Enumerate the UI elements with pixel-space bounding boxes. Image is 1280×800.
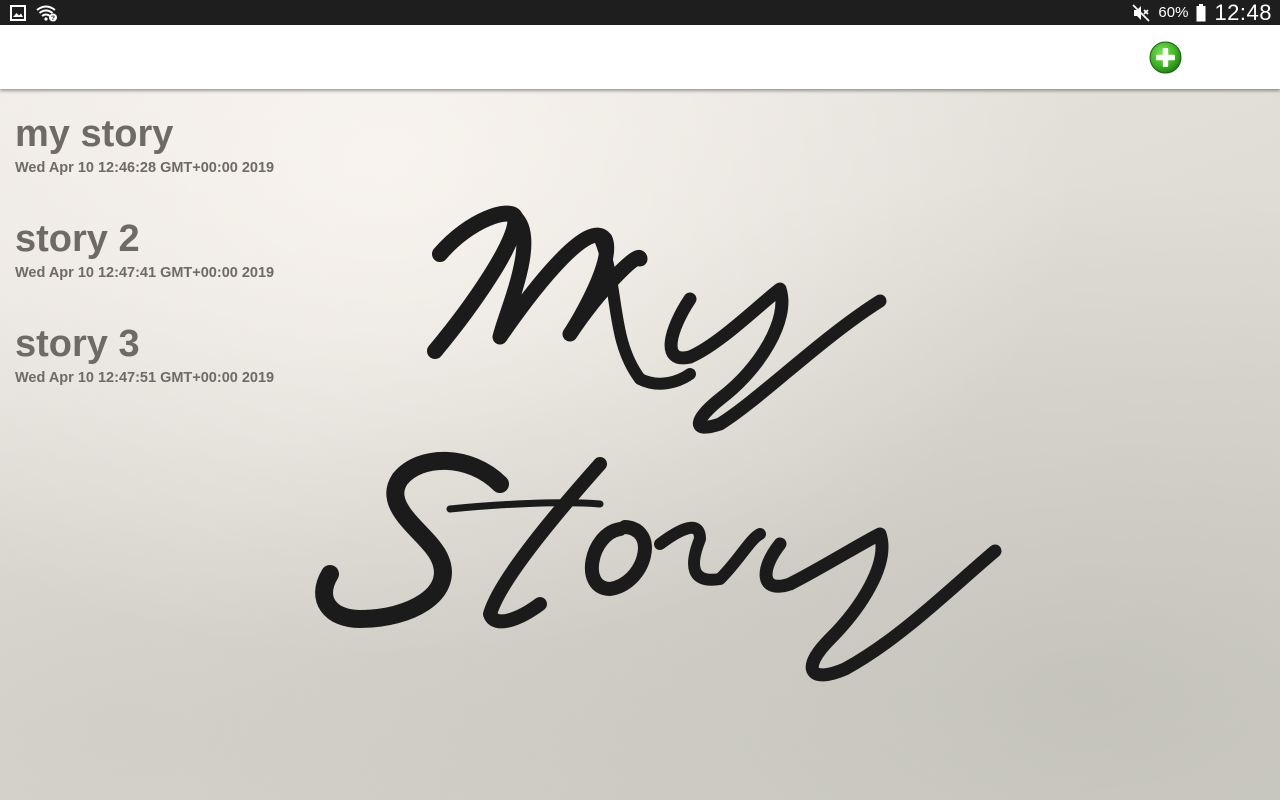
story-date: Wed Apr 10 12:47:51 GMT+00:00 2019	[15, 370, 275, 386]
status-bar: ? 60% 12:48	[0, 0, 1280, 25]
app-bar	[0, 25, 1280, 89]
status-right-icons: 60% 12:48	[1132, 0, 1272, 26]
story-date: Wed Apr 10 12:47:41 GMT+00:00 2019	[15, 265, 275, 281]
svg-text:?: ?	[51, 15, 55, 22]
wifi-icon: ?	[36, 4, 58, 22]
mute-icon	[1132, 3, 1151, 22]
plus-circle-icon	[1149, 41, 1182, 74]
app-screen: ? 60% 12:48 my story Wed Apr 10 12:46:28…	[0, 0, 1280, 800]
status-left-icons: ?	[10, 4, 58, 22]
story-title: story 3	[15, 323, 140, 365]
battery-icon	[1196, 3, 1206, 22]
story-title: my story	[15, 113, 174, 155]
story-list-item[interactable]: my story Wed Apr 10 12:46:28 GMT+00:00 2…	[15, 112, 355, 217]
status-clock: 12:48	[1214, 0, 1272, 25]
story-title: story 2	[15, 218, 140, 260]
battery-percent: 60%	[1158, 4, 1189, 21]
story-date: Wed Apr 10 12:46:28 GMT+00:00 2019	[15, 160, 275, 176]
gallery-icon	[10, 4, 26, 21]
story-list-item[interactable]: story 3 Wed Apr 10 12:47:51 GMT+00:00 20…	[15, 322, 355, 427]
story-list: my story Wed Apr 10 12:46:28 GMT+00:00 2…	[15, 112, 355, 427]
story-list-item[interactable]: story 2 Wed Apr 10 12:47:41 GMT+00:00 20…	[15, 217, 355, 322]
add-story-button[interactable]	[1149, 41, 1182, 74]
